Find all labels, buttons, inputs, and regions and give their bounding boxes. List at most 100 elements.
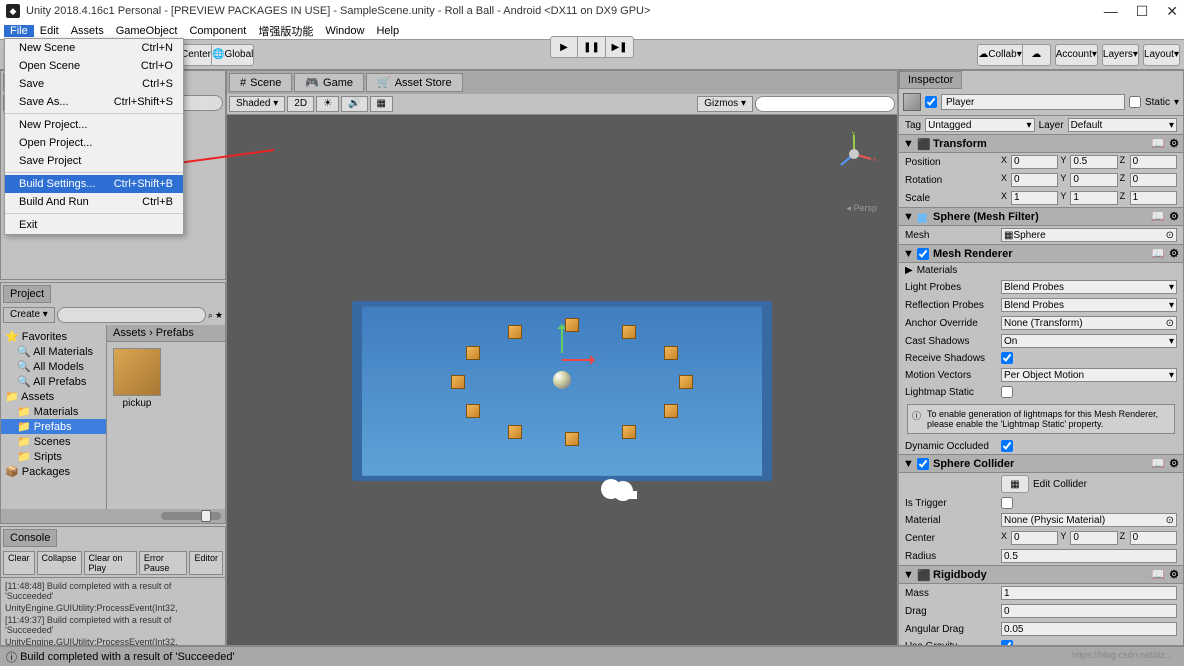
step-button[interactable]: ▶❚	[606, 36, 634, 58]
console-editor[interactable]: Editor	[189, 551, 223, 575]
menu-assets[interactable]: Assets	[65, 25, 110, 37]
layer-dropdown[interactable]: Default▾	[1068, 118, 1177, 132]
transform-header[interactable]: ▼⬛Transform📖⚙	[899, 134, 1183, 153]
project-tree-item[interactable]: 📁 Sripts	[1, 449, 106, 464]
projection-label[interactable]: ◂ Persp	[846, 203, 877, 214]
motion-dd[interactable]: Per Object Motion▾	[1001, 368, 1177, 382]
player-ball[interactable]	[553, 371, 571, 389]
project-tree-item[interactable]: 📁 Materials	[1, 404, 106, 419]
tab-game[interactable]: 🎮Game	[294, 73, 364, 92]
gear-icon[interactable]: ⚙	[1169, 568, 1179, 581]
castshadows-dd[interactable]: On▾	[1001, 334, 1177, 348]
layers-dropdown[interactable]: Layers ▾	[1102, 44, 1139, 66]
project-tab[interactable]: Project	[3, 285, 51, 303]
log-line[interactable]: [11:48:48] Build completed with a result…	[5, 580, 221, 602]
asset-pickup[interactable]: pickup	[113, 348, 161, 409]
tab-asset-store[interactable]: 🛒Asset Store	[366, 73, 463, 92]
dynocc-chk[interactable]	[1001, 440, 1013, 452]
gear-icon[interactable]: ⚙	[1169, 137, 1179, 150]
menu-item-open-scene[interactable]: Open SceneCtrl+O	[5, 57, 183, 75]
rigidbody-header[interactable]: ▼⬛Rigidbody📖⚙	[899, 565, 1183, 584]
project-tree-item[interactable]: 📁 Scenes	[1, 434, 106, 449]
project-tree-item[interactable]: 📦 Packages	[1, 464, 106, 479]
console-collapse[interactable]: Collapse	[37, 551, 82, 575]
project-tree-item[interactable]: 🔍 All Materials	[1, 344, 106, 359]
tag-dropdown[interactable]: Untagged▾	[925, 118, 1034, 132]
star-filter-icon[interactable]: ★	[215, 310, 223, 321]
menu-item-new-scene[interactable]: New SceneCtrl+N	[5, 39, 183, 57]
help-icon[interactable]: 📖	[1151, 137, 1165, 150]
mesh-field[interactable]: ▦Sphere⊙	[1001, 228, 1177, 242]
scene-search[interactable]	[755, 96, 895, 112]
menu-item-open-project-[interactable]: Open Project...	[5, 134, 183, 152]
console-clear-on-play[interactable]: Clear on Play	[84, 551, 137, 575]
pickup-cube[interactable]	[565, 318, 579, 332]
help-icon[interactable]: 📖	[1151, 457, 1165, 470]
help-icon[interactable]: 📖	[1151, 568, 1165, 581]
help-icon[interactable]: 📖	[1151, 210, 1165, 223]
mass-field[interactable]: 1	[1001, 586, 1177, 600]
space-toggle[interactable]: 🌐 Global	[212, 44, 254, 66]
gear-icon[interactable]: ⚙	[1169, 247, 1179, 260]
project-tree-item[interactable]: 📁 Prefabs	[1, 419, 106, 434]
fx-toggle[interactable]: ▦	[370, 96, 393, 112]
menu-item-save[interactable]: SaveCtrl+S	[5, 75, 183, 93]
menu-item-save-as-[interactable]: Save As...Ctrl+Shift+S	[5, 93, 183, 111]
project-tree-item[interactable]: ⭐ Favorites	[1, 329, 106, 344]
menu-window[interactable]: Window	[319, 25, 370, 37]
lightprobes-dd[interactable]: Blend Probes▾	[1001, 280, 1177, 294]
drag-field[interactable]: 0	[1001, 604, 1177, 618]
anchor-field[interactable]: None (Transform)⊙	[1001, 316, 1177, 330]
radius-field[interactable]: 0.5	[1001, 549, 1177, 563]
filter-icon[interactable]: ⌕	[208, 310, 213, 321]
project-tree-item[interactable]: 📁 Assets	[1, 389, 106, 404]
active-checkbox[interactable]	[925, 96, 937, 108]
adrag-field[interactable]: 0.05	[1001, 622, 1177, 636]
orientation-gizmo[interactable]: yx	[829, 129, 879, 179]
play-button[interactable]: ▶	[550, 36, 578, 58]
gizmos-dropdown[interactable]: Gizmos ▾	[697, 96, 753, 112]
pickup-cube[interactable]	[664, 404, 678, 418]
thumbnail-size-slider[interactable]	[161, 512, 221, 520]
pivot-toggle[interactable]: Center	[180, 44, 212, 66]
project-create[interactable]: Create ▾	[3, 307, 55, 323]
pickup-cube[interactable]	[679, 375, 693, 389]
project-tree-item[interactable]: 🔍 All Prefabs	[1, 374, 106, 389]
console-clear[interactable]: Clear	[3, 551, 35, 575]
menu-item-build-settings-[interactable]: Build Settings...Ctrl+Shift+B	[5, 175, 183, 193]
inspector-tab[interactable]: Inspector	[899, 71, 962, 89]
lmstatic-chk[interactable]	[1001, 386, 1013, 398]
log-line[interactable]: UnityEngine.GUIUtility:ProcessEvent(Int3…	[5, 636, 221, 645]
light-toggle[interactable]: ☀	[316, 96, 339, 112]
pickup-cube[interactable]	[466, 404, 480, 418]
menu-增强版功能[interactable]: 增强版功能	[252, 23, 319, 39]
pickup-cube[interactable]	[622, 325, 636, 339]
recvshadows-chk[interactable]	[1001, 352, 1013, 364]
project-tree-item[interactable]: 🔍 All Models	[1, 359, 106, 374]
gear-icon[interactable]: ⚙	[1169, 210, 1179, 223]
menu-help[interactable]: Help	[370, 25, 405, 37]
menu-item-build-and-run[interactable]: Build And RunCtrl+B	[5, 193, 183, 211]
menu-file[interactable]: File	[4, 25, 34, 37]
console-error-pause[interactable]: Error Pause	[139, 551, 188, 575]
collider-enable[interactable]	[917, 458, 929, 470]
pickup-cube[interactable]	[508, 325, 522, 339]
meshrenderer-header[interactable]: ▼Mesh Renderer📖⚙	[899, 244, 1183, 263]
static-checkbox[interactable]	[1129, 96, 1141, 108]
cloud-button[interactable]: ☁	[1023, 44, 1051, 66]
menu-item-save-project[interactable]: Save Project	[5, 152, 183, 170]
pickup-cube[interactable]	[466, 346, 480, 360]
close-button[interactable]: ✕	[1166, 3, 1178, 20]
log-line[interactable]: [11:49:37] Build completed with a result…	[5, 614, 221, 636]
log-line[interactable]: UnityEngine.GUIUtility:ProcessEvent(Int3…	[5, 602, 221, 614]
scene-viewport[interactable]: yx ◂ Persp	[227, 115, 897, 645]
pickup-cube[interactable]	[508, 425, 522, 439]
project-breadcrumb[interactable]: Assets › Prefabs	[107, 325, 225, 342]
meshfilter-header[interactable]: ▼▦Sphere (Mesh Filter)📖⚙	[899, 207, 1183, 226]
menu-edit[interactable]: Edit	[34, 25, 65, 37]
physmat-field[interactable]: None (Physic Material)⊙	[1001, 513, 1177, 527]
pickup-cube[interactable]	[664, 346, 678, 360]
pickup-cube[interactable]	[622, 425, 636, 439]
account-dropdown[interactable]: Account ▾	[1055, 44, 1098, 66]
menu-item-exit[interactable]: Exit	[5, 216, 183, 234]
